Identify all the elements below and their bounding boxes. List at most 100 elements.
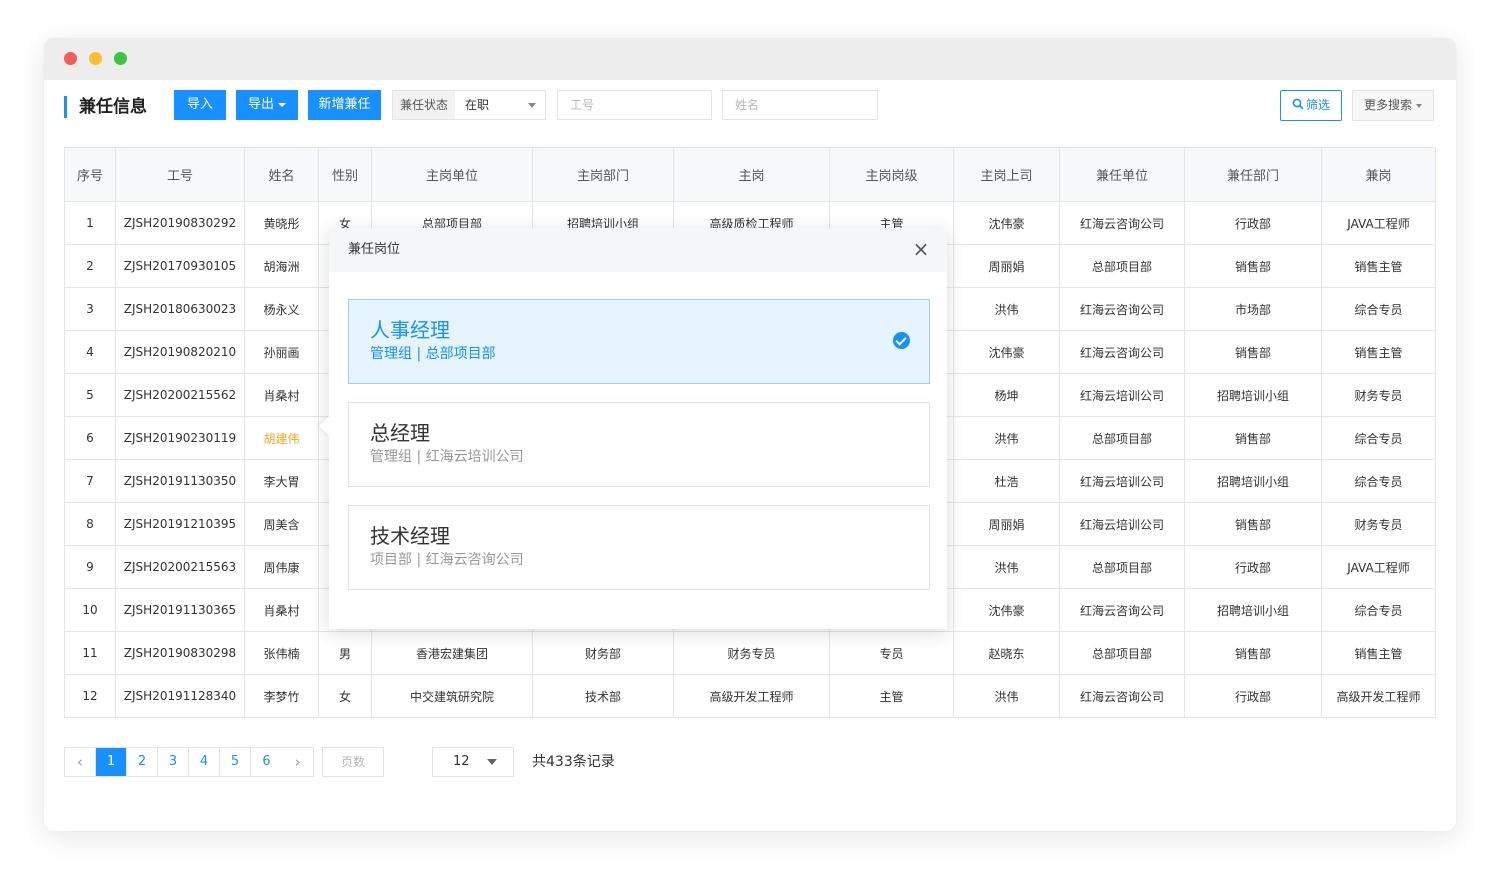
table-cell: 财务专员 bbox=[1321, 502, 1436, 546]
employee-name-link[interactable]: 胡建伟 bbox=[244, 416, 319, 460]
employee-name-link[interactable]: 李大胃 bbox=[244, 459, 319, 503]
table-cell: 沈伟豪 bbox=[953, 330, 1060, 374]
employee-no-input[interactable] bbox=[557, 90, 712, 120]
employee-name-link[interactable]: 李梦竹 bbox=[244, 674, 319, 718]
column-header[interactable]: 主岗上司 bbox=[953, 147, 1060, 202]
position-option-title: 技术经理 bbox=[370, 524, 450, 548]
employee-name-link[interactable]: 张伟楠 bbox=[244, 631, 319, 675]
page-number-button[interactable]: 2 bbox=[127, 748, 158, 776]
filter-button[interactable]: 筛选 bbox=[1280, 90, 1342, 121]
prev-page-button[interactable]: ‹ bbox=[65, 748, 96, 776]
column-header[interactable]: 主岗 bbox=[673, 147, 830, 202]
table-cell: 1 bbox=[64, 201, 116, 245]
table-cell: ZJSH20170930105 bbox=[115, 244, 245, 288]
position-option-title: 人事经理 bbox=[370, 318, 450, 342]
column-header[interactable]: 主岗部门 bbox=[532, 147, 674, 202]
minimize-window-dot[interactable] bbox=[89, 52, 102, 65]
employee-name-link[interactable]: 肖桑村 bbox=[244, 373, 319, 417]
next-page-button[interactable]: › bbox=[282, 748, 313, 776]
table-cell: ZJSH20190830298 bbox=[115, 631, 245, 675]
position-option-subtitle: 项目部 | 红海云咨询公司 bbox=[370, 552, 524, 568]
table-cell: 综合专员 bbox=[1321, 416, 1436, 460]
table-cell: ZJSH20180630023 bbox=[115, 287, 245, 331]
page-title: 兼任信息 bbox=[64, 96, 147, 118]
status-select-label: 兼任状态 bbox=[393, 91, 455, 119]
table-cell: 技术部 bbox=[532, 674, 674, 718]
position-option[interactable]: 人事经理 管理组 | 总部项目部 bbox=[348, 299, 930, 384]
table-cell: 杜浩 bbox=[953, 459, 1060, 503]
table-cell: 红海云培训公司 bbox=[1059, 373, 1185, 417]
page-jump-input[interactable] bbox=[322, 747, 384, 777]
table-row[interactable]: 11 ZJSH20190830298 张伟楠男香港宏建集团 财务部 财务专员 专员 赵晓东总… bbox=[64, 631, 1436, 675]
more-search-button[interactable]: 更多搜索 bbox=[1352, 90, 1434, 121]
table-cell: 红海云培训公司 bbox=[1059, 502, 1185, 546]
page-number-button[interactable]: 4 bbox=[189, 748, 220, 776]
table-cell: 总部项目部 bbox=[1059, 631, 1185, 675]
add-concurrent-button[interactable]: 新增兼任 bbox=[308, 90, 381, 120]
employee-name-link[interactable]: 胡海洲 bbox=[244, 244, 319, 288]
column-header[interactable]: 序号 bbox=[64, 147, 116, 202]
employee-name-link[interactable]: 肖桑村 bbox=[244, 588, 319, 632]
page-numbers: 123456 bbox=[96, 748, 282, 776]
page-number-button[interactable]: 3 bbox=[158, 748, 189, 776]
page-size-value: 12 bbox=[453, 754, 470, 769]
table-cell: 高级开发工程师 bbox=[1321, 674, 1436, 718]
import-button[interactable]: 导入 bbox=[174, 90, 226, 120]
column-header[interactable]: 主岗单位 bbox=[371, 147, 533, 202]
table-cell: 综合专员 bbox=[1321, 588, 1436, 632]
table-cell: 11 bbox=[64, 631, 116, 675]
page-number-button[interactable]: 5 bbox=[220, 748, 251, 776]
table-cell: ZJSH20190820210 bbox=[115, 330, 245, 374]
status-select-value: 在职 bbox=[465, 98, 490, 112]
employee-name-link[interactable]: 黄晓彤 bbox=[244, 201, 319, 245]
title-bar bbox=[44, 38, 1456, 80]
table-cell: 总部项目部 bbox=[1059, 416, 1185, 460]
table-cell: 红海云咨询公司 bbox=[1059, 674, 1185, 718]
status-select[interactable]: 兼任状态 在职 bbox=[392, 90, 546, 120]
table-cell: 销售主管 bbox=[1321, 330, 1436, 374]
column-header[interactable]: 主岗岗级 bbox=[829, 147, 954, 202]
name-input[interactable] bbox=[722, 90, 878, 120]
column-header[interactable]: 姓名 bbox=[244, 147, 319, 202]
table-cell: 沈伟豪 bbox=[953, 201, 1060, 245]
column-header[interactable]: 兼任单位 bbox=[1059, 147, 1185, 202]
caret-down-icon bbox=[528, 103, 536, 108]
position-option[interactable]: 总经理 管理组 | 红海云培训公司 bbox=[348, 402, 930, 487]
table-cell: 财务专员 bbox=[673, 631, 830, 675]
column-header[interactable]: 兼岗 bbox=[1321, 147, 1436, 202]
table-cell: 洪伟 bbox=[953, 416, 1060, 460]
table-cell: ZJSH20191128340 bbox=[115, 674, 245, 718]
close-window-dot[interactable] bbox=[64, 52, 77, 65]
table-row[interactable]: 12 ZJSH20191128340 李梦竹女中交建筑研究院 技术部 高级开发工程师 主管… bbox=[64, 674, 1436, 718]
table-cell: 销售部 bbox=[1184, 416, 1322, 460]
column-header[interactable]: 性别 bbox=[318, 147, 372, 202]
table-cell: 总部项目部 bbox=[1059, 244, 1185, 288]
column-header[interactable]: 工号 bbox=[115, 147, 245, 202]
employee-name-link[interactable]: 周美含 bbox=[244, 502, 319, 546]
table-cell: ZJSH20191210395 bbox=[115, 502, 245, 546]
table-cell: 销售主管 bbox=[1321, 631, 1436, 675]
table-cell: 赵晓东 bbox=[953, 631, 1060, 675]
table-cell: 市场部 bbox=[1184, 287, 1322, 331]
column-header[interactable]: 兼任部门 bbox=[1184, 147, 1322, 202]
table-cell: 中交建筑研究院 bbox=[371, 674, 533, 718]
table-cell: ZJSH20191130365 bbox=[115, 588, 245, 632]
table-cell: 行政部 bbox=[1184, 201, 1322, 245]
export-button[interactable]: 导出 bbox=[236, 90, 298, 120]
page-size-select[interactable]: 12 bbox=[432, 747, 514, 777]
page-number-button[interactable]: 6 bbox=[251, 748, 282, 776]
table-cell: 洪伟 bbox=[953, 287, 1060, 331]
table-cell: 3 bbox=[64, 287, 116, 331]
employee-name-link[interactable]: 孙丽画 bbox=[244, 330, 319, 374]
caret-down-icon bbox=[1416, 103, 1422, 108]
position-option[interactable]: 技术经理项目部 | 红海云咨询公司 bbox=[348, 505, 930, 590]
table-cell: 6 bbox=[64, 416, 116, 460]
employee-name-link[interactable]: 杨永义 bbox=[244, 287, 319, 331]
maximize-window-dot[interactable] bbox=[114, 52, 127, 65]
concurrent-position-popup: 兼任岗位 × 人事经理 管理组 | 总部项目部 总经理 管理组 | 红海云培训公司 技术… bbox=[319, 228, 947, 629]
employee-name-link[interactable]: 周伟康 bbox=[244, 545, 319, 589]
page-number-button[interactable]: 1 bbox=[96, 748, 127, 776]
table-cell: 沈伟豪 bbox=[953, 588, 1060, 632]
close-icon[interactable]: × bbox=[909, 237, 933, 261]
caret-down-icon bbox=[278, 102, 286, 107]
